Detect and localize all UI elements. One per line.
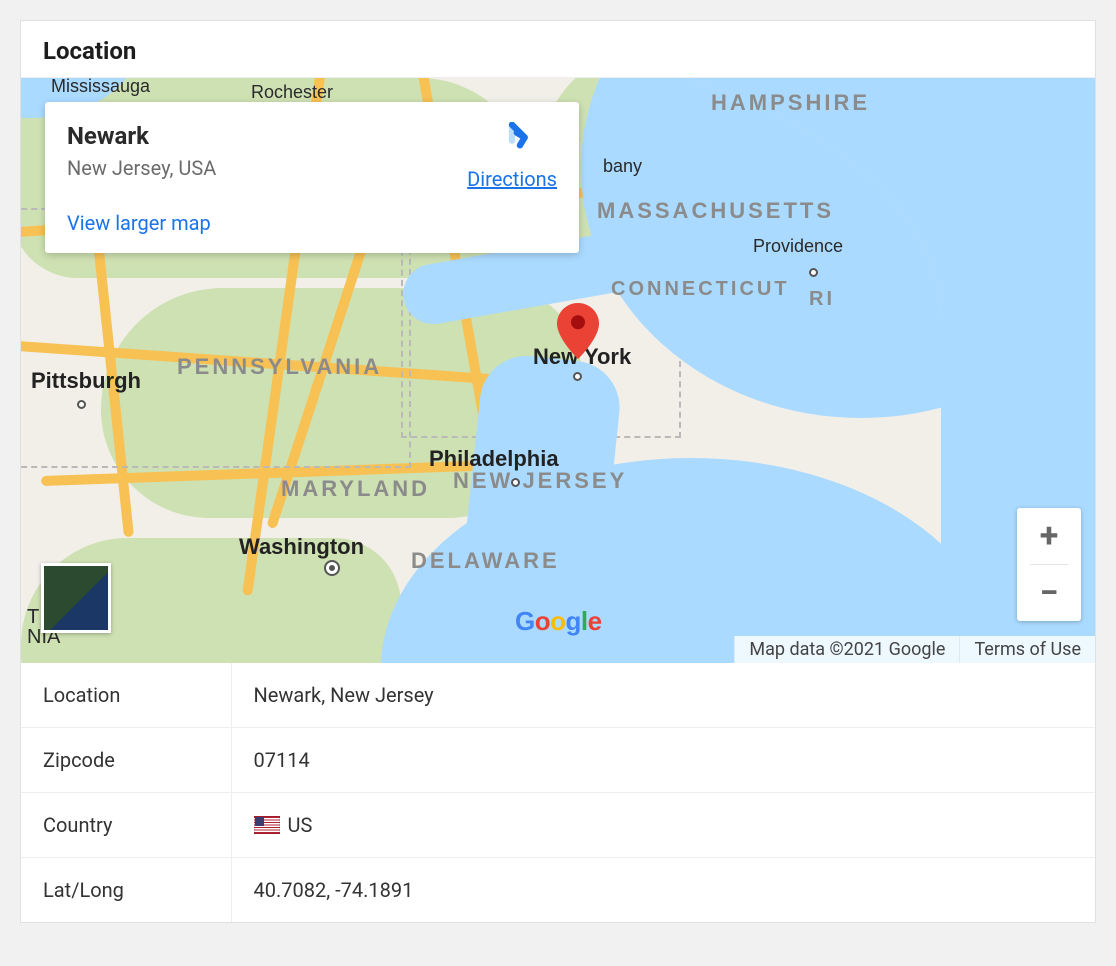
directions-link[interactable]: Directions bbox=[467, 122, 557, 191]
city-dot-providence bbox=[809, 268, 818, 277]
map-data-label: Map data ©2021 Google bbox=[734, 636, 959, 663]
info-window-place-region: New Jersey, USA bbox=[67, 156, 427, 180]
location-label: Location bbox=[21, 663, 231, 728]
zoom-control: + − bbox=[1017, 508, 1081, 621]
satellite-toggle[interactable] bbox=[41, 563, 111, 633]
info-window-place-name: Newark bbox=[67, 122, 427, 150]
location-value: Newark, New Jersey bbox=[231, 663, 1095, 728]
city-dot-newyork bbox=[573, 372, 582, 381]
map-canvas[interactable]: Mississauga Rochester HAMPSHIRE bany MAS… bbox=[21, 77, 1095, 663]
latlong-value: 40.7082, -74.1891 bbox=[231, 858, 1095, 923]
us-flag-icon bbox=[254, 816, 280, 834]
country-label: Country bbox=[21, 793, 231, 858]
map-attribution: Map data ©2021 Google Terms of Use bbox=[734, 636, 1095, 663]
country-code: US bbox=[288, 813, 313, 837]
directions-icon bbox=[493, 122, 531, 161]
table-row: Zipcode 07114 bbox=[21, 728, 1095, 793]
country-value: US bbox=[231, 793, 1095, 858]
city-dot-washington bbox=[326, 562, 338, 574]
table-row: Location Newark, New Jersey bbox=[21, 663, 1095, 728]
map-info-window: Newark New Jersey, USA Directions View l… bbox=[45, 102, 579, 253]
location-card: Location Mississauga Rochester bbox=[20, 20, 1096, 923]
zipcode-value: 07114 bbox=[231, 728, 1095, 793]
table-row: Lat/Long 40.7082, -74.1891 bbox=[21, 858, 1095, 923]
zoom-out-button[interactable]: − bbox=[1017, 565, 1081, 621]
card-title: Location bbox=[21, 21, 1095, 77]
location-details-table: Location Newark, New Jersey Zipcode 0711… bbox=[21, 663, 1095, 922]
table-row: Country US bbox=[21, 793, 1095, 858]
map-marker-icon[interactable] bbox=[556, 303, 600, 347]
latlong-label: Lat/Long bbox=[21, 858, 231, 923]
zoom-in-button[interactable]: + bbox=[1017, 508, 1081, 564]
zipcode-label: Zipcode bbox=[21, 728, 231, 793]
directions-label: Directions bbox=[467, 167, 557, 191]
view-larger-map-link[interactable]: View larger map bbox=[67, 211, 211, 235]
city-dot-philadelphia bbox=[511, 478, 520, 487]
city-dot-pittsburgh bbox=[77, 400, 86, 409]
terms-of-use-link[interactable]: Terms of Use bbox=[959, 636, 1095, 663]
